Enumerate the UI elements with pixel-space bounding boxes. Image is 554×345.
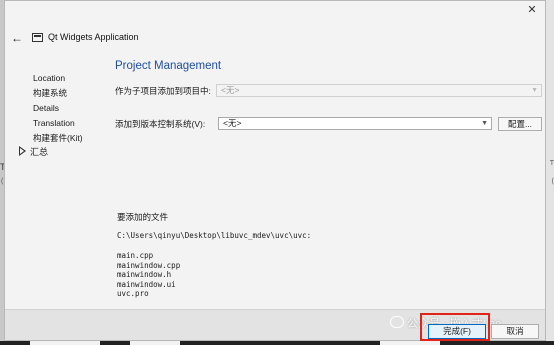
dialog-title: Qt Widgets Application [48, 32, 139, 42]
nav-step-location: Location [33, 73, 66, 83]
cancel-button[interactable]: 取消 [491, 324, 539, 339]
vcs-value: <无> [223, 118, 242, 128]
file-item: mainwindow.h [117, 270, 172, 279]
taskbar-segment [380, 341, 440, 345]
nav-step-kits: 构建套件(Kit) [33, 133, 83, 143]
nav-step-details: Details [33, 103, 59, 113]
window-app-icon [32, 33, 43, 42]
wizard-steps-nav: Location 构建系统 Details Translation 构建套件(K… [33, 71, 83, 146]
project-path: C:\Users\qinyu\Desktop\libuvc_mdev\uvc\u… [117, 231, 312, 240]
add-subproject-value: <无> [221, 85, 240, 95]
vcs-combobox[interactable]: <无> ▼ [218, 117, 492, 130]
taskbar-segment [30, 341, 100, 345]
add-subproject-combobox: <无> ▼ [216, 84, 542, 97]
file-item: main.cpp [117, 251, 154, 260]
background-text-fragment: ( [1, 178, 4, 185]
back-arrow-icon[interactable]: ← [11, 31, 23, 45]
file-item: mainwindow.ui [117, 279, 176, 289]
file-list: main.cpp mainwindow.cpp mainwindow.h mai… [117, 251, 180, 299]
file-item: uvc.pro [117, 289, 149, 298]
nav-step-summary-label: 汇总 [30, 147, 49, 157]
taskbar-segment [130, 341, 180, 345]
chevron-down-icon: ▼ [531, 87, 538, 94]
close-icon[interactable]: ✕ [525, 3, 539, 17]
page-title: Project Management [115, 60, 222, 72]
wechat-icon [390, 316, 404, 328]
current-step-arrow-icon [19, 146, 26, 156]
chevron-down-icon: ▼ [481, 120, 488, 127]
add-subproject-label: 作为子项目添加到项目中: [115, 86, 211, 96]
nav-step-build-system: 构建系统 [33, 88, 68, 98]
new-project-wizard-dialog: ✕ ← Qt Widgets Application Location 构建系统… [4, 0, 546, 341]
background-text-fragment: T [549, 160, 554, 167]
configure-button[interactable]: 配置... [498, 117, 542, 131]
nav-step-translation: Translation [33, 118, 75, 128]
vcs-label: 添加到版本控制系统(V): [115, 119, 206, 129]
files-to-add-heading: 要添加的文件 [117, 212, 169, 222]
background-taskbar-strip [0, 341, 554, 345]
highlight-box [420, 313, 490, 341]
nav-step-summary-current: 汇总 [19, 145, 48, 158]
file-item: mainwindow.cpp [117, 260, 181, 270]
background-window-right-edge [546, 0, 554, 345]
